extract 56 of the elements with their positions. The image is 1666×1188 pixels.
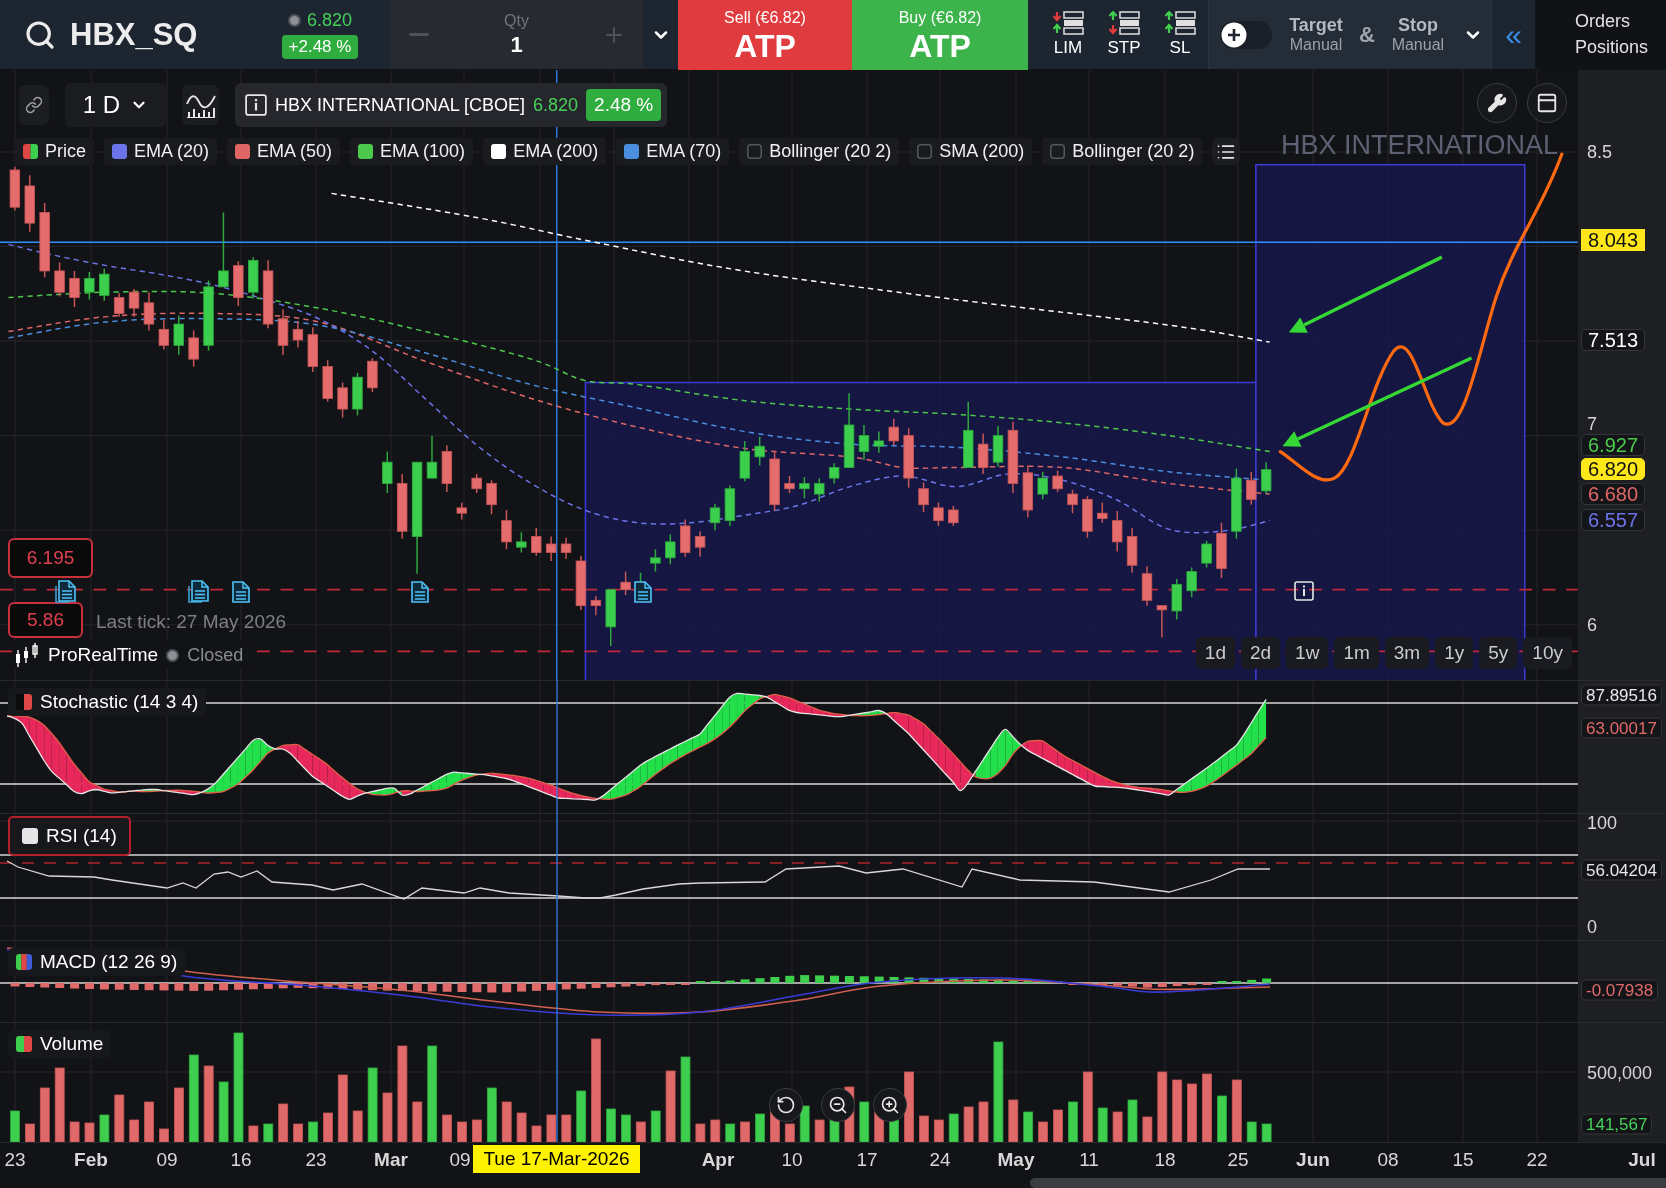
- date-label: 23: [305, 1149, 327, 1171]
- date-label: 25: [1227, 1149, 1249, 1171]
- date-label: 09: [449, 1149, 471, 1171]
- date-label: 16: [230, 1149, 252, 1171]
- date-label: Jul: [1628, 1149, 1656, 1171]
- price-tag: 5.86: [8, 602, 83, 638]
- date-label: 08: [1377, 1149, 1399, 1171]
- date-label: 18: [1154, 1149, 1176, 1171]
- change-badge: +2.48 %: [281, 35, 359, 59]
- target-label: Target: [1289, 15, 1343, 36]
- price-tag: 141,567: [1581, 1113, 1653, 1135]
- quantity-label: Qty: [504, 11, 529, 30]
- date-label: 23: [4, 1149, 26, 1171]
- source-name: ProRealTime: [48, 644, 159, 666]
- date-label: 11: [1079, 1149, 1099, 1171]
- stop-mode: Manual: [1391, 36, 1445, 54]
- price-tag: 6.820: [1581, 458, 1646, 480]
- date-label: 24: [929, 1149, 951, 1171]
- price-tag: 6.557: [1581, 509, 1646, 531]
- price-tag: 63.00017: [1581, 717, 1662, 739]
- instrument-name: HBX INTERNATIONAL [CBOE]: [275, 94, 526, 116]
- date-label: 09: [156, 1149, 178, 1171]
- date-label: 17: [856, 1149, 878, 1171]
- price-tag: 6.195: [8, 538, 93, 578]
- crosshair-date-tag: Tue 17-Mar-2026: [473, 1145, 640, 1173]
- price-tag: 6.680: [1581, 483, 1646, 505]
- date-label: Mar: [374, 1149, 408, 1171]
- date-label: 22: [1526, 1149, 1548, 1171]
- axis-tick-label: 7: [1587, 414, 1597, 434]
- last-price: 6.820: [306, 10, 352, 31]
- target-mode: Manual: [1289, 36, 1343, 54]
- date-label: May: [997, 1149, 1035, 1171]
- axis-tick-label: 6: [1587, 615, 1597, 635]
- date-label: 10: [781, 1149, 803, 1171]
- price-tag: 7.513: [1581, 329, 1646, 351]
- date-label: Jun: [1296, 1149, 1330, 1171]
- price-tag: 56.04204: [1581, 859, 1662, 881]
- axis-tick-label: 500,000: [1587, 1063, 1653, 1083]
- date-label: Feb: [74, 1149, 108, 1171]
- stop-label: Stop: [1397, 15, 1438, 36]
- price-tag: 6.927: [1581, 434, 1646, 456]
- market-status: Closed: [187, 644, 244, 666]
- change-badge: 2.48 %: [586, 89, 662, 121]
- instrument-price: 6.820: [533, 94, 579, 116]
- price-tag: 87.89516: [1581, 684, 1662, 706]
- price-tag: 8.043: [1581, 229, 1646, 251]
- axis-tick-label: 8.5: [1587, 142, 1613, 162]
- instrument-title: HBX INTERNATIONAL: [1281, 130, 1559, 161]
- date-label: 15: [1452, 1149, 1474, 1171]
- price-tag: -0.07938: [1581, 979, 1659, 1001]
- axis-tick-label: 0: [1587, 917, 1597, 937]
- ampersand-text: &: [1359, 21, 1375, 48]
- symbol-name: HBX_SQ: [70, 16, 198, 53]
- date-label: Apr: [701, 1149, 735, 1171]
- axis-tick-label: 100: [1587, 814, 1618, 833]
- last-tick-text: Last tick: 27 May 2026: [96, 611, 287, 633]
